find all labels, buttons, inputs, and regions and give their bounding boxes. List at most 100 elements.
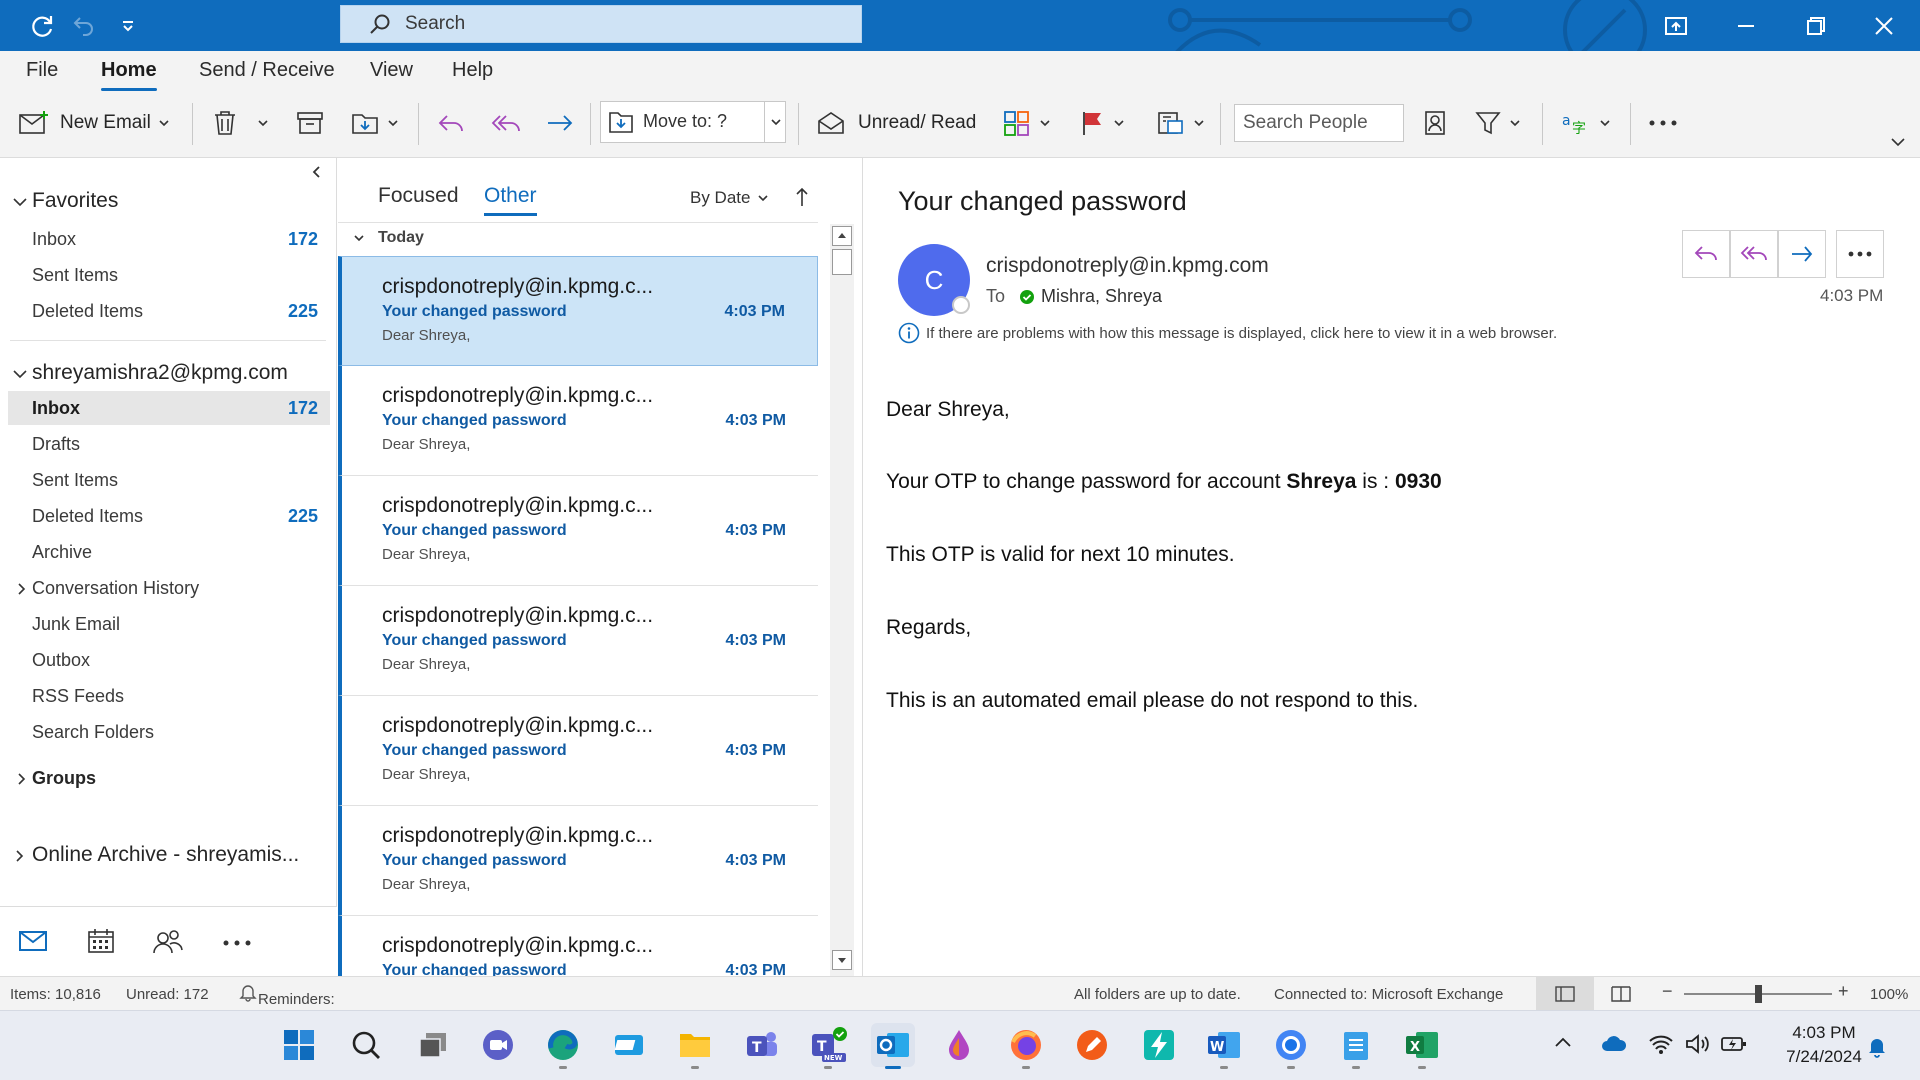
unread-read-button[interactable]: Unread/ Read <box>816 105 976 141</box>
message-list-scrollbar[interactable] <box>830 224 854 976</box>
mail-item[interactable]: crispdonotreply@in.kpmg.c... Your change… <box>338 476 818 586</box>
translate-button[interactable]: a字 <box>1560 105 1612 141</box>
taskbar-app-orange[interactable] <box>1070 1023 1114 1067</box>
taskbar-paint[interactable] <box>937 1023 981 1067</box>
search-people-input[interactable]: Search People <box>1234 104 1404 142</box>
sync-icon[interactable] <box>26 10 58 42</box>
mail-item[interactable]: crispdonotreply@in.kpmg.c... Your change… <box>338 696 818 806</box>
taskbar-outlook[interactable] <box>871 1023 915 1069</box>
reading-view-button[interactable] <box>1610 983 1632 1003</box>
new-email-button[interactable]: New Email <box>18 105 171 141</box>
mail-item[interactable]: crispdonotreply@in.kpmg.c... Your change… <box>338 916 818 976</box>
restore-button[interactable] <box>1800 10 1832 42</box>
reminders-button[interactable]: Reminders: 17 <box>238 982 335 1025</box>
search-box[interactable]: Search <box>340 5 862 43</box>
start-button[interactable] <box>277 1023 321 1067</box>
quick-access-dropdown-icon[interactable] <box>112 10 144 42</box>
move-button[interactable] <box>350 105 400 141</box>
folder-outbox[interactable]: Outbox <box>0 643 330 677</box>
normal-view-button[interactable] <box>1536 977 1594 1010</box>
archive-button[interactable] <box>296 105 324 141</box>
calendar-module-button[interactable] <box>86 927 116 955</box>
show-hidden-icons-button[interactable] <box>1554 1035 1572 1049</box>
more-modules-button[interactable] <box>222 938 252 948</box>
folder-rss-feeds[interactable]: RSS Feeds <box>0 679 330 713</box>
taskbar-word[interactable]: W <box>1202 1023 1246 1069</box>
taskbar-teams-new[interactable]: T NEW <box>806 1023 850 1069</box>
groups-header[interactable]: Groups <box>0 761 330 795</box>
account-header[interactable]: shreyamishra2@kpmg.com <box>0 356 330 390</box>
mail-item[interactable]: crispdonotreply@in.kpmg.c... Your change… <box>338 586 818 696</box>
menu-view[interactable]: View <box>370 59 413 91</box>
menu-file[interactable]: File <box>26 59 58 91</box>
favorites-header[interactable]: Favorites <box>0 184 330 218</box>
taskbar-firefox[interactable] <box>1004 1023 1048 1069</box>
wifi-icon[interactable] <box>1648 1033 1674 1055</box>
mail-item[interactable]: crispdonotreply@in.kpmg.c... Your change… <box>338 806 818 916</box>
taskbar-power-automate[interactable] <box>1137 1023 1181 1067</box>
collapse-ribbon-button[interactable] <box>1890 135 1906 149</box>
coming-soon-icon[interactable] <box>1660 10 1692 42</box>
mail-item[interactable]: crispdonotreply@in.kpmg.c... Your change… <box>338 256 818 366</box>
close-button[interactable] <box>1868 10 1900 42</box>
task-view-button[interactable] <box>411 1023 455 1067</box>
battery-icon[interactable] <box>1720 1033 1748 1055</box>
menu-help[interactable]: Help <box>452 59 493 91</box>
onedrive-icon[interactable] <box>1600 1033 1628 1053</box>
volume-icon[interactable] <box>1684 1033 1710 1055</box>
taskbar-search-button[interactable] <box>344 1023 388 1067</box>
reply-button[interactable] <box>436 105 466 141</box>
scroll-up-button[interactable] <box>832 226 852 246</box>
taskbar-edge[interactable] <box>541 1023 585 1069</box>
people-module-button[interactable] <box>152 927 184 955</box>
mail-item[interactable]: crispdonotreply@in.kpmg.c... Your change… <box>338 366 818 476</box>
move-to-quick-step[interactable]: Move to: ? <box>600 101 786 143</box>
taskbar-file-explorer[interactable] <box>673 1023 717 1069</box>
group-header-today[interactable]: Today <box>352 229 424 247</box>
folder-drafts[interactable]: Drafts <box>0 427 330 461</box>
folder-sent-items[interactable]: Sent Items <box>0 463 330 497</box>
folder-inbox[interactable]: Inbox 172 <box>8 391 330 425</box>
taskbar-notepad[interactable] <box>1334 1023 1378 1069</box>
taskbar-excel[interactable]: X <box>1400 1023 1444 1069</box>
reading-more-actions-button[interactable] <box>1836 230 1884 278</box>
recipient-name[interactable]: Mishra, Shreya <box>1041 286 1162 307</box>
zoom-slider-thumb[interactable] <box>1755 985 1762 1003</box>
rules-button[interactable] <box>1156 105 1206 141</box>
zoom-out-button[interactable]: − <box>1662 981 1673 1002</box>
undo-icon[interactable] <box>68 10 100 42</box>
sort-by-date-button[interactable]: By Date <box>690 188 770 208</box>
scroll-down-button[interactable] <box>832 950 852 970</box>
follow-up-button[interactable] <box>1080 105 1126 141</box>
taskbar-teams[interactable]: T <box>740 1023 784 1067</box>
info-bar[interactable]: If there are problems with how this mess… <box>898 322 1557 344</box>
collapse-pane-button[interactable] <box>310 164 324 180</box>
delete-button[interactable] <box>212 105 270 141</box>
folder-search-folders[interactable]: Search Folders <box>0 715 330 749</box>
menu-send-receive[interactable]: Send / Receive <box>199 59 335 91</box>
minimize-button[interactable] <box>1730 10 1762 42</box>
reading-reply-all-button[interactable] <box>1730 230 1778 278</box>
sort-direction-button[interactable] <box>794 186 810 208</box>
taskbar-chrome[interactable] <box>1269 1023 1313 1069</box>
clock[interactable]: 4:03 PM 7/24/2024 <box>1770 1023 1878 1067</box>
tab-other[interactable]: Other <box>484 184 537 216</box>
folder-archive[interactable]: Archive <box>0 535 330 569</box>
folder-deleted-items[interactable]: Deleted Items 225 <box>0 499 330 533</box>
reading-forward-button[interactable] <box>1778 230 1826 278</box>
menu-home[interactable]: Home <box>101 59 157 91</box>
scroll-thumb[interactable] <box>832 249 852 275</box>
sender-address[interactable]: crispdonotreply@in.kpmg.com <box>986 254 1269 278</box>
reading-reply-button[interactable] <box>1682 230 1730 278</box>
folder-conversation-history[interactable]: Conversation History <box>0 571 330 605</box>
favorite-sent-items[interactable]: Sent Items <box>0 258 330 292</box>
filter-email-button[interactable] <box>1474 105 1522 141</box>
mail-module-button[interactable] <box>18 929 48 953</box>
address-book-button[interactable] <box>1422 105 1448 141</box>
zoom-in-button[interactable]: + <box>1838 981 1849 1002</box>
more-commands-button[interactable] <box>1648 105 1678 141</box>
favorite-deleted-items[interactable]: Deleted Items 225 <box>0 294 330 328</box>
reply-all-button[interactable] <box>490 105 522 141</box>
taskbar-remote-desktop[interactable] <box>607 1023 651 1067</box>
folder-junk-email[interactable]: Junk Email <box>0 607 330 641</box>
